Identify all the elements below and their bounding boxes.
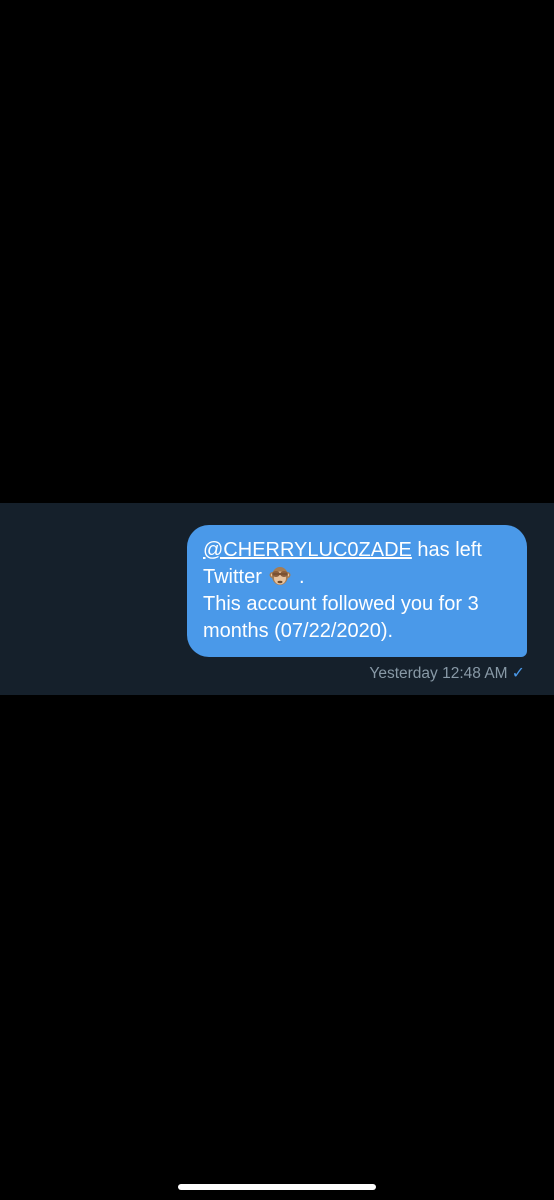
checkmark-icon: ✓ bbox=[511, 665, 525, 682]
message-text-part: . bbox=[293, 566, 305, 588]
dm-conversation-strip: @CHERRYLUC0ZADE has left Twitter . This … bbox=[0, 503, 554, 695]
message-text-part: Twitter bbox=[203, 566, 262, 588]
see-no-evil-monkey-icon bbox=[269, 567, 291, 585]
screen: @CHERRYLUC0ZADE has left Twitter . This … bbox=[0, 0, 554, 1200]
message-bubble[interactable]: @CHERRYLUC0ZADE has left Twitter . This … bbox=[187, 525, 527, 657]
message-meta: Yesterday 12:48 AM ✓ bbox=[369, 663, 525, 683]
message-text-part: This account followed you for 3 bbox=[203, 593, 479, 615]
mention-link[interactable]: @CHERRYLUC0ZADE bbox=[203, 539, 412, 561]
message-text-part: has left bbox=[411, 539, 482, 561]
message-timestamp: Yesterday 12:48 AM bbox=[369, 665, 508, 682]
message-text-part: months (07/22/2020). bbox=[203, 620, 394, 642]
home-indicator[interactable] bbox=[178, 1184, 376, 1190]
